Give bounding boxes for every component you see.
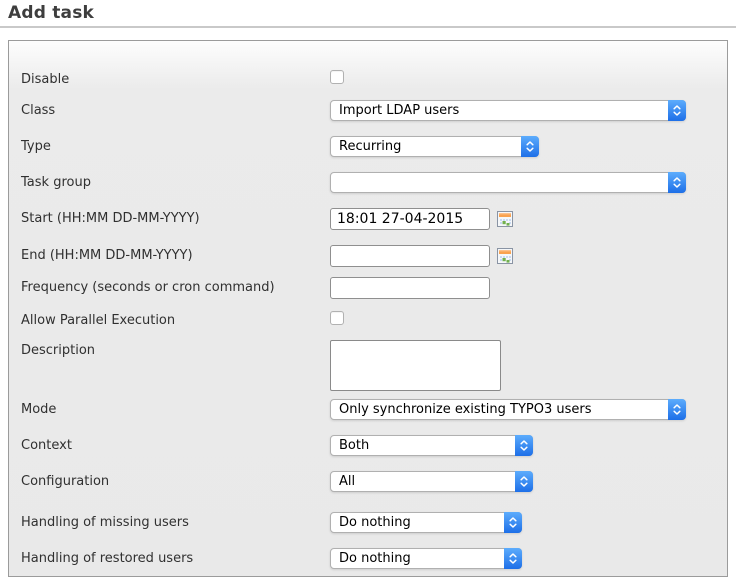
select-value: Recurring bbox=[339, 139, 401, 154]
start-date-input[interactable] bbox=[330, 208, 490, 230]
context-select[interactable]: Both bbox=[330, 435, 533, 456]
form-row-allow-parallel: Allow Parallel Execution bbox=[21, 310, 727, 328]
type-select[interactable]: Recurring bbox=[330, 136, 539, 157]
form-row-class: Class Import LDAP users bbox=[21, 100, 727, 121]
end-date-input[interactable] bbox=[330, 245, 490, 267]
form-row-description: Description bbox=[21, 340, 727, 391]
form-row-task-group: Task group bbox=[21, 172, 727, 193]
mode-select[interactable]: Only synchronize existing TYPO3 users bbox=[330, 399, 686, 420]
select-value: Import LDAP users bbox=[339, 103, 459, 118]
chevron-up-down-icon bbox=[668, 399, 686, 420]
field-label: Description bbox=[21, 340, 330, 358]
restored-users-select[interactable]: Do nothing bbox=[330, 548, 522, 569]
chevron-up-down-icon bbox=[668, 172, 686, 193]
form-row-end: End (HH:MM DD-MM-YYYY) bbox=[21, 245, 727, 267]
field-label: Start (HH:MM DD-MM-YYYY) bbox=[21, 208, 330, 226]
class-select[interactable]: Import LDAP users bbox=[330, 100, 686, 121]
form-row-disable: Disable bbox=[21, 69, 727, 87]
form-row-configuration: Configuration All bbox=[21, 471, 727, 492]
form-row-mode: Mode Only synchronize existing TYPO3 use… bbox=[21, 399, 727, 420]
description-textarea[interactable] bbox=[330, 340, 501, 391]
chevron-up-down-icon bbox=[515, 471, 533, 492]
frequency-input[interactable] bbox=[330, 277, 490, 299]
select-value: All bbox=[339, 474, 355, 489]
field-label: Disable bbox=[21, 69, 330, 87]
field-label: Configuration bbox=[21, 471, 330, 489]
select-value: Only synchronize existing TYPO3 users bbox=[339, 402, 591, 417]
form-row-frequency: Frequency (seconds or cron command) bbox=[21, 277, 727, 299]
task-group-select[interactable] bbox=[330, 172, 686, 193]
form-row-type: Type Recurring bbox=[21, 136, 727, 157]
chevron-up-down-icon bbox=[504, 512, 522, 533]
field-label: End (HH:MM DD-MM-YYYY) bbox=[21, 245, 330, 263]
missing-users-select[interactable]: Do nothing bbox=[330, 512, 522, 533]
chevron-up-down-icon bbox=[521, 136, 539, 157]
form-row-missing-users: Handling of missing users Do nothing bbox=[21, 512, 727, 533]
field-label: Type bbox=[21, 136, 330, 154]
chevron-up-down-icon bbox=[668, 100, 686, 121]
add-task-form-panel: Disable Class Import LDAP users Type Rec… bbox=[8, 40, 728, 577]
form-row-context: Context Both bbox=[21, 435, 727, 456]
calendar-icon[interactable] bbox=[497, 248, 513, 264]
select-value: Do nothing bbox=[339, 551, 411, 566]
form-row-start: Start (HH:MM DD-MM-YYYY) bbox=[21, 208, 727, 230]
field-label: Allow Parallel Execution bbox=[21, 310, 330, 328]
form-row-restored-users: Handling of restored users Do nothing bbox=[21, 548, 727, 569]
field-label: Context bbox=[21, 435, 330, 453]
field-label: Class bbox=[21, 100, 330, 118]
chevron-up-down-icon bbox=[504, 548, 522, 569]
calendar-icon[interactable] bbox=[497, 211, 513, 227]
field-label: Mode bbox=[21, 399, 330, 417]
field-label: Handling of restored users bbox=[21, 548, 330, 566]
allow-parallel-checkbox[interactable] bbox=[330, 311, 344, 325]
select-value: Both bbox=[339, 438, 369, 453]
title-divider bbox=[0, 26, 736, 28]
chevron-up-down-icon bbox=[515, 435, 533, 456]
field-label: Frequency (seconds or cron command) bbox=[21, 277, 330, 295]
configuration-select[interactable]: All bbox=[330, 471, 533, 492]
select-value: Do nothing bbox=[339, 515, 411, 530]
field-label: Task group bbox=[21, 172, 330, 190]
disable-checkbox[interactable] bbox=[330, 70, 344, 84]
page-title: Add task bbox=[8, 5, 736, 21]
field-label: Handling of missing users bbox=[21, 512, 330, 530]
